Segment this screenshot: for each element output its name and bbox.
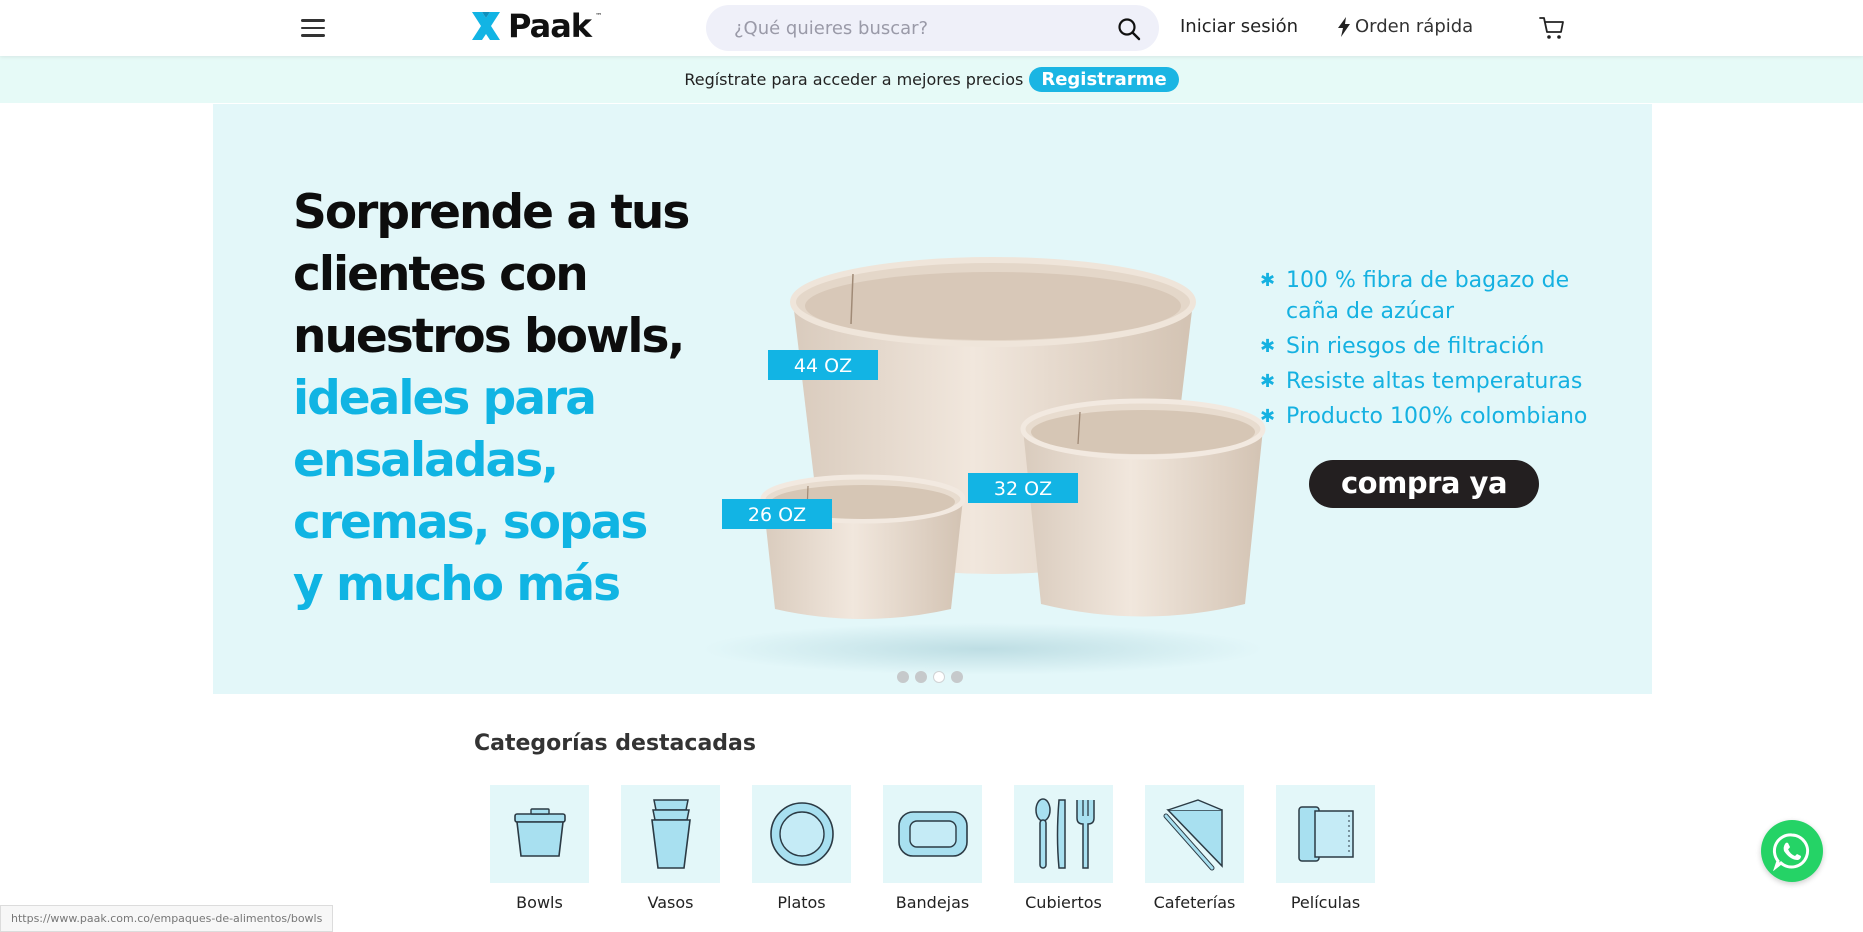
whatsapp-icon [1772,833,1810,871]
asterisk-icon: ✱ [1260,406,1276,427]
top-header: Paak ™ Iniciar sesión Orden rápida [0,0,1863,56]
category-label: Bowls [516,893,563,912]
headline-line-accent: ideales para [293,371,597,426]
category-label: Cubiertos [1025,893,1102,912]
category-label: Bandejas [895,893,970,912]
cups-icon [650,799,691,869]
feature-item: ✱ Sin riesgos de filtración [1258,331,1618,362]
buy-now-button[interactable]: compra ya [1309,460,1539,508]
paak-logo-mark-icon [472,12,500,40]
category-label: Platos [777,893,826,912]
status-bar-url: https://www.paak.com.co/empaques-de-alim… [0,905,334,932]
category-cubiertos[interactable]: Cubiertos [1014,785,1113,912]
paak-logo[interactable]: Paak ™ [468,6,602,46]
headline-line: clientes con [293,247,589,302]
category-platos[interactable]: Platos [752,785,851,912]
shopping-cart-icon[interactable] [1538,14,1566,42]
headline-line: nuestros bowls, [293,309,685,364]
napkin-straw-icon [1163,799,1223,871]
hero-banner[interactable]: Sorprende a tus clientes con nuestros bo… [213,104,1652,694]
category-vasos[interactable]: Vasos [621,785,720,912]
carousel-dot[interactable] [897,671,909,683]
search-input[interactable] [734,5,1094,51]
size-label-26oz: 26 OZ [748,504,806,526]
featured-categories-title: Categorías destacadas [474,731,756,756]
feature-item: ✱ 100 % fibra de bagazo de caña de azúcar [1258,265,1618,327]
promo-text: Regístrate para acceder a mejores precio… [684,70,1024,89]
lightning-icon [1338,16,1350,37]
whatsapp-chat-button[interactable] [1761,820,1823,882]
category-label: Vasos [647,893,694,912]
headline-line-accent: ensaladas, [293,433,559,488]
feature-list: ✱ 100 % fibra de bagazo de caña de azúcar… [1258,265,1618,436]
headline-line: Sorprende a tus [293,185,690,240]
category-peliculas[interactable]: Películas [1276,785,1375,912]
category-bandejas[interactable]: Bandejas [883,785,982,912]
register-promo-bar: Regístrate para acceder a mejores precio… [0,56,1863,103]
bowls-product-image: 44 OZ 32 OZ 26 OZ [703,257,1266,674]
cutlery-icon [1034,798,1095,869]
size-label-44oz: 44 OZ [794,355,852,377]
hamburger-menu-icon[interactable] [298,14,328,40]
carousel-dot[interactable] [915,671,927,683]
category-label: Cafeterías [1153,893,1236,912]
quick-order-label: Orden rápida [1355,16,1474,37]
category-cafeterias[interactable]: Cafeterías [1145,785,1244,912]
bowl-icon [513,808,566,857]
headline-line-accent: cremas, sopas [293,495,648,550]
asterisk-icon: ✱ [1260,371,1276,392]
logo-text: Paak [508,7,592,45]
category-label: Películas [1290,893,1361,912]
hero-headline: Sorprende a tus clientes con nuestros bo… [293,182,753,616]
category-bowls[interactable]: Bowls [490,785,589,912]
film-roll-icon [1297,806,1354,862]
feature-item: ✱ Producto 100% colombiano [1258,401,1618,432]
feature-item: ✱ Resiste altas temperaturas [1258,366,1618,397]
login-link[interactable]: Iniciar sesión [1180,16,1298,37]
search-bar [706,5,1159,51]
quick-order-link[interactable]: Orden rápida [1337,16,1473,37]
tray-icon [897,811,968,857]
carousel-dots [897,671,963,683]
logo-trademark: ™ [595,12,603,20]
category-list: Bowls Vasos Platos Bandejas Cubiertos Ca… [490,785,1375,912]
carousel-dot-active[interactable] [933,671,945,683]
asterisk-icon: ✱ [1260,336,1276,357]
carousel-dot[interactable] [951,671,963,683]
headline-line-accent: y mucho más [293,557,621,612]
size-label-32oz: 32 OZ [994,478,1052,500]
register-button[interactable]: Registrarme [1029,67,1179,92]
plate-icon [769,802,834,866]
asterisk-icon: ✱ [1260,270,1276,291]
search-icon[interactable] [1117,17,1141,41]
